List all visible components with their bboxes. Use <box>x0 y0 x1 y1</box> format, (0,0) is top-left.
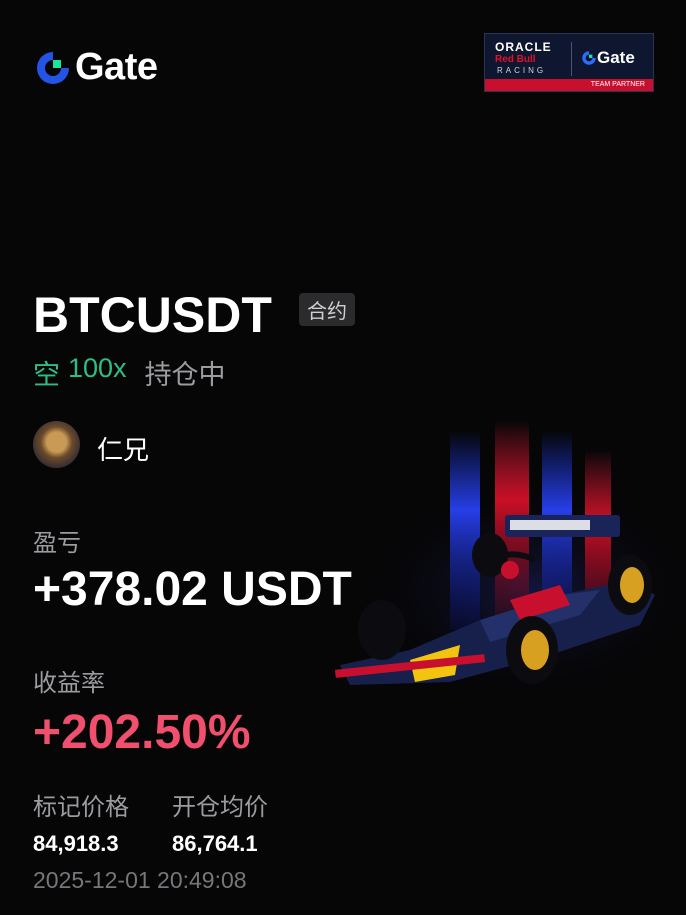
mark-price-value: 84,918.3 <box>33 831 119 856</box>
pnl-value: +378.02 USDT <box>33 563 352 616</box>
badge-footer: TEAM PARTNER <box>485 79 653 91</box>
sponsor-line2: Red Bull <box>495 54 536 65</box>
leverage: 100x <box>68 353 127 383</box>
brand-name: Gate <box>75 46 158 88</box>
badge-gate-logo: Gate <box>581 48 635 68</box>
roe-label: 收益率 <box>33 670 105 697</box>
contract-tag: 合约 <box>299 293 355 326</box>
position-status: 持仓中 <box>144 360 226 390</box>
badge-gate-text: Gate <box>597 48 635 67</box>
gate-logo: Gate <box>34 46 158 89</box>
sponsor-badge: ORACLE Red Bull RACING Gate TEAM PARTNER <box>484 33 654 92</box>
gate-logo-icon <box>37 51 69 84</box>
gate-logo-icon-small <box>582 51 596 65</box>
badge-divider <box>571 42 572 76</box>
avatar <box>33 421 80 468</box>
sponsor-line3: RACING <box>497 66 547 75</box>
roe-value: +202.50% <box>33 706 251 759</box>
timestamp: 2025-12-01 20:49:08 <box>33 867 247 893</box>
race-car-illustration <box>334 420 686 700</box>
sponsor-line1: ORACLE <box>495 40 552 54</box>
pnl-label: 盈亏 <box>33 530 81 557</box>
position-side: 空 <box>33 360 60 390</box>
symbol: BTCUSDT <box>33 287 272 343</box>
position-info: 空 100x 持仓中 <box>33 353 226 392</box>
entry-price-label: 开仓均价 <box>172 794 268 821</box>
username: 仁兄 <box>97 435 150 465</box>
mark-price-label: 标记价格 <box>33 794 129 821</box>
entry-price-value: 86,764.1 <box>172 831 258 856</box>
